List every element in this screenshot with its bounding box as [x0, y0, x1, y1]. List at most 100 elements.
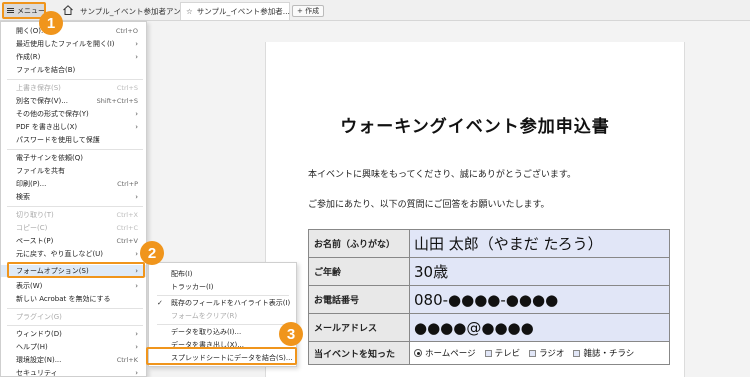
chevron-right-icon: ›: [135, 250, 138, 258]
menu-item-window[interactable]: ウィンドウ(D) ›: [1, 328, 146, 340]
chevron-right-icon: ›: [135, 53, 138, 61]
name-field[interactable]: 山田 太郎（やまだ たろう）: [410, 230, 669, 257]
menu-divider: [7, 149, 143, 150]
acrobat-window: メニュー サンプル_イベント参加者アンケー... ☆ サンプル_イベント参加者.…: [0, 0, 750, 377]
submenu-divider: [157, 324, 289, 325]
menu-item-security[interactable]: セキュリティ ›: [1, 367, 146, 377]
menu-shortcut: Shift+Ctrl+S: [96, 97, 138, 105]
menu-item-paste[interactable]: ペースト(P) Ctrl+V: [1, 235, 146, 247]
chevron-right-icon: ›: [135, 123, 138, 131]
submenu-divider: [157, 295, 289, 296]
menu-item-label: 上書き保存(S): [16, 84, 61, 92]
document-title: ウォーキングイベント参加申込書: [340, 117, 610, 137]
submenu-item-label: フォームをクリア(R): [171, 312, 238, 320]
form-row-phone: お電話番号 080-●●●●-●●●●: [308, 285, 670, 314]
email-field[interactable]: ●●●●@●●●●: [410, 314, 669, 341]
step-badge-3: 3: [279, 322, 303, 346]
menu-item-cut: 切り取り(T) Ctrl+X: [1, 209, 146, 221]
menu-shortcut: Ctrl+C: [116, 224, 138, 232]
option-homepage-label: ホームページ: [425, 349, 476, 359]
menu-item-recent[interactable]: 最近使用したファイルを開く(I) ›: [1, 38, 146, 50]
menu-item-label: コピー(C): [16, 224, 48, 232]
source-options: ホームページ テレビ ラジオ 雑誌・チラシ: [410, 342, 669, 364]
menu-item-disable-new-acrobat[interactable]: 新しい Acrobat を無効にする: [1, 293, 146, 305]
main-menu: 開く(O)... Ctrl+O 最近使用したファイルを開く(I) › 作成(R) › …: [0, 21, 147, 377]
form-row-name: お名前（ふりがな） 山田 太郎（やまだ たろう）: [308, 229, 670, 258]
option-radio-label: ラジオ: [539, 349, 565, 359]
chevron-right-icon: ›: [135, 40, 138, 48]
menu-shortcut: Ctrl+O: [115, 27, 138, 35]
menu-item-export-pdf[interactable]: PDF を書き出し(X) ›: [1, 121, 146, 133]
menu-item-label: 環境設定(N)...: [16, 356, 62, 364]
check-icon: ✓: [157, 299, 163, 307]
menu-item-label: セキュリティ: [16, 369, 58, 377]
right-panel-area: [686, 21, 750, 377]
option-magazine[interactable]: 雑誌・チラシ: [573, 347, 634, 359]
submenu-item-label: トラッカー(I): [171, 283, 214, 291]
checkbox-icon: [484, 349, 492, 357]
menu-item-preferences[interactable]: 環境設定(N)... Ctrl+K: [1, 354, 146, 366]
menu-item-request-sign[interactable]: 電子サインを依頼(Q): [1, 152, 146, 164]
document-intro-line-1: 本イベントに興味をもってくださり、誠にありがとうございます。: [308, 170, 577, 180]
menu-shortcut: Ctrl+P: [117, 180, 138, 188]
menu-item-label: ウィンドウ(D): [16, 330, 62, 338]
menu-item-save-other[interactable]: その他の形式で保存(Y) ›: [1, 108, 146, 120]
menu-item-undo-redo[interactable]: 元に戻す、やり直しなど(U) ›: [1, 248, 146, 260]
menu-item-label: 検索: [16, 193, 30, 201]
submenu-item-label: 既存のフィールドをハイライト表示(I): [171, 299, 291, 307]
option-tv[interactable]: テレビ: [484, 347, 521, 359]
tab-active-label: サンプル_イベント参加者...: [196, 7, 290, 16]
menu-item-view[interactable]: 表示(W) ›: [1, 280, 146, 292]
form-label-source: 当イベントを知った: [309, 342, 410, 364]
menu-divider: [7, 325, 143, 326]
menu-item-print[interactable]: 印刷(P)... Ctrl+P: [1, 178, 146, 190]
menu-shortcut: Ctrl+X: [116, 211, 138, 219]
menu-item-open[interactable]: 開く(O)... Ctrl+O: [1, 25, 146, 37]
option-magazine-label: 雑誌・チラシ: [583, 349, 635, 359]
menu-item-search[interactable]: 検索 ›: [1, 191, 146, 203]
menu-item-share[interactable]: ファイルを共有: [1, 165, 146, 177]
form-label-name: お名前（ふりがな）: [309, 230, 410, 257]
menu-item-combine[interactable]: ファイルを結合(B): [1, 64, 146, 76]
chevron-right-icon: ›: [135, 110, 138, 118]
submenu-item-highlight-fields[interactable]: ✓ 既存のフィールドをハイライト表示(I): [149, 297, 296, 309]
menu-item-label: 切り取り(T): [16, 211, 54, 219]
menu-item-label: ペースト(P): [16, 237, 54, 245]
submenu-item-clear-form: フォームをクリア(R): [149, 310, 296, 322]
step-badge-2: 2: [140, 241, 164, 265]
chevron-right-icon: ›: [135, 330, 138, 338]
menu-item-save: 上書き保存(S) Ctrl+S: [1, 82, 146, 94]
submenu-item-tracker[interactable]: トラッカー(I): [149, 281, 296, 293]
menu-item-protect[interactable]: パスワードを使用して保護: [1, 134, 146, 146]
chevron-right-icon: ›: [135, 369, 138, 377]
menu-item-label: 別名で保存(V)...: [16, 97, 68, 105]
form-row-source: 当イベントを知った ホームページ テレビ ラジオ 雑誌・チラシ: [308, 341, 670, 365]
submenu-item-import-data[interactable]: データを取り込み(I)...: [149, 326, 296, 338]
tab-active-document[interactable]: ☆ サンプル_イベント参加者... ×: [180, 2, 302, 20]
menu-item-label: ヘルプ(H): [16, 343, 48, 351]
age-field[interactable]: 30歳: [410, 258, 669, 285]
option-radio[interactable]: ラジオ: [529, 347, 564, 359]
menu-item-save-as[interactable]: 別名で保存(V)... Shift+Ctrl+S: [1, 95, 146, 107]
menu-divider: [7, 308, 143, 309]
option-homepage[interactable]: ホームページ: [414, 347, 476, 359]
tab-survey[interactable]: サンプル_イベント参加者アンケー...: [75, 2, 203, 20]
option-tv-label: テレビ: [494, 349, 521, 359]
star-icon[interactable]: ☆: [186, 7, 193, 16]
menu-divider: [7, 79, 143, 80]
menu-shortcut: Ctrl+K: [116, 356, 138, 364]
home-icon[interactable]: [62, 4, 74, 16]
menu-item-label: PDF を書き出し(X): [16, 123, 78, 131]
submenu-item-distribute[interactable]: 配布(I): [149, 268, 296, 280]
highlight-merge-spreadsheet: [146, 347, 297, 365]
form-row-age: ご年齢 30歳: [308, 257, 670, 286]
phone-field[interactable]: 080-●●●●-●●●●: [410, 286, 669, 313]
menu-item-create[interactable]: 作成(R) ›: [1, 51, 146, 63]
menu-item-label: その他の形式で保存(Y): [16, 110, 89, 118]
chevron-right-icon: ›: [135, 282, 138, 290]
create-button[interactable]: + 作成: [292, 5, 325, 17]
menu-item-help[interactable]: ヘルプ(H) ›: [1, 341, 146, 353]
radio-icon: [414, 349, 422, 357]
menu-item-label: 電子サインを依頼(Q): [16, 154, 83, 162]
menu-item-plugins: プラグイン(G): [1, 311, 146, 323]
